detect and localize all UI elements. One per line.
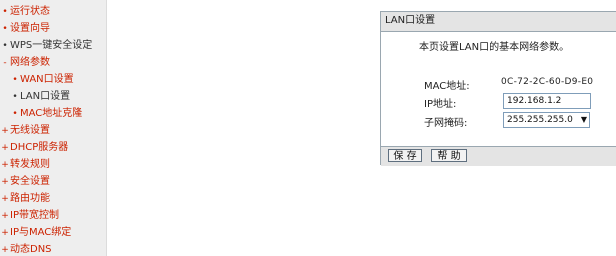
sidebar-item-label: DHCP服务器 bbox=[10, 142, 69, 153]
sidebar-item-bullet: + bbox=[1, 160, 9, 170]
ip-label: IP地址: bbox=[424, 99, 457, 110]
sidebar-item[interactable]: +动态DNS bbox=[0, 242, 52, 256]
mac-value: 0C-72-2C-60-D9-E0 bbox=[501, 77, 594, 87]
sidebar-item-label: 网络参数 bbox=[10, 57, 50, 68]
sidebar-item[interactable]: - 网络参数 bbox=[0, 55, 50, 71]
sidebar-item-bullet: • bbox=[12, 92, 18, 102]
sidebar-item-label: IP与MAC绑定 bbox=[10, 227, 72, 238]
sidebar-item-bullet: + bbox=[1, 211, 9, 221]
sidebar-item-label: IP带宽控制 bbox=[10, 210, 59, 221]
sidebar-item-bullet: + bbox=[1, 194, 9, 204]
sidebar-item-label: WAN口设置 bbox=[20, 74, 74, 85]
sidebar-item-label: 设置向导 bbox=[10, 23, 50, 34]
panel-description: 本页设置LAN口的基本网络参数。 bbox=[419, 42, 570, 53]
subnet-mask-select[interactable]: 255.255.255.0 ▼ bbox=[503, 112, 590, 128]
sidebar-item-label: 转发规则 bbox=[10, 159, 50, 170]
sidebar-item-bullet: • bbox=[12, 75, 18, 85]
lan-settings-panel: LAN口设置 本页设置LAN口的基本网络参数。 MAC地址: 0C-72-2C-… bbox=[380, 11, 616, 166]
ip-address-input[interactable]: 192.168.1.2 bbox=[503, 93, 591, 109]
sidebar-item-label: MAC地址克隆 bbox=[20, 108, 83, 119]
sidebar-item-bullet: • bbox=[2, 7, 8, 17]
sidebar-item-bullet: + bbox=[1, 143, 9, 153]
panel-footer: 保 存 帮 助 bbox=[381, 146, 616, 166]
sidebar-item-label: LAN口设置 bbox=[20, 91, 71, 102]
panel-title: LAN口设置 bbox=[381, 12, 616, 32]
sidebar-item-bullet: + bbox=[1, 177, 9, 187]
sidebar-item[interactable]: • 设置向导 bbox=[0, 21, 50, 37]
sidebar-item[interactable]: • 运行状态 bbox=[0, 4, 50, 20]
subnet-mask-value: 255.255.255.0 bbox=[507, 115, 573, 125]
sidebar-menu: • 运行状态 • 设置向导 • WPS一键安全设定 - 网络参数 • WAN口设置 • LAN口设置 •… bbox=[0, 0, 107, 256]
sidebar-item[interactable]: • WAN口设置 bbox=[0, 72, 74, 88]
chevron-down-icon: ▼ bbox=[580, 115, 587, 124]
sidebar-item-bullet: + bbox=[1, 245, 9, 255]
sidebar-item-label: 动态DNS bbox=[10, 244, 52, 255]
sidebar-item[interactable]: +安全设置 bbox=[0, 174, 50, 190]
sidebar-item[interactable]: • LAN口设置 bbox=[0, 89, 70, 105]
mac-label: MAC地址: bbox=[424, 81, 470, 92]
sidebar-item-label: WPS一键安全设定 bbox=[10, 40, 93, 51]
sidebar-item[interactable]: • MAC地址克隆 bbox=[0, 106, 82, 122]
sidebar-item-label: 运行状态 bbox=[10, 6, 50, 17]
sidebar-item-bullet: + bbox=[1, 228, 9, 238]
sidebar-item-bullet: + bbox=[1, 126, 9, 136]
help-button[interactable]: 帮 助 bbox=[431, 149, 467, 162]
sidebar-item[interactable]: +转发规则 bbox=[0, 157, 50, 173]
save-button[interactable]: 保 存 bbox=[388, 149, 422, 162]
sidebar-item-label: 路由功能 bbox=[10, 193, 50, 204]
sidebar-item[interactable]: +路由功能 bbox=[0, 191, 50, 207]
sidebar-item[interactable]: +DHCP服务器 bbox=[0, 140, 68, 156]
sidebar-item-label: 安全设置 bbox=[10, 176, 50, 187]
sidebar-item-bullet: • bbox=[2, 24, 8, 34]
sidebar-item[interactable]: • WPS一键安全设定 bbox=[0, 38, 92, 54]
sidebar-item[interactable]: +无线设置 bbox=[0, 123, 50, 139]
sidebar-item-bullet: - bbox=[3, 58, 7, 68]
mask-label: 子网掩码: bbox=[424, 118, 468, 129]
sidebar-item[interactable]: +IP与MAC绑定 bbox=[0, 225, 71, 241]
sidebar-item[interactable]: +IP带宽控制 bbox=[0, 208, 59, 224]
sidebar-item-bullet: • bbox=[2, 41, 8, 51]
sidebar-item-label: 无线设置 bbox=[10, 125, 50, 136]
sidebar-item-bullet: • bbox=[12, 109, 18, 119]
